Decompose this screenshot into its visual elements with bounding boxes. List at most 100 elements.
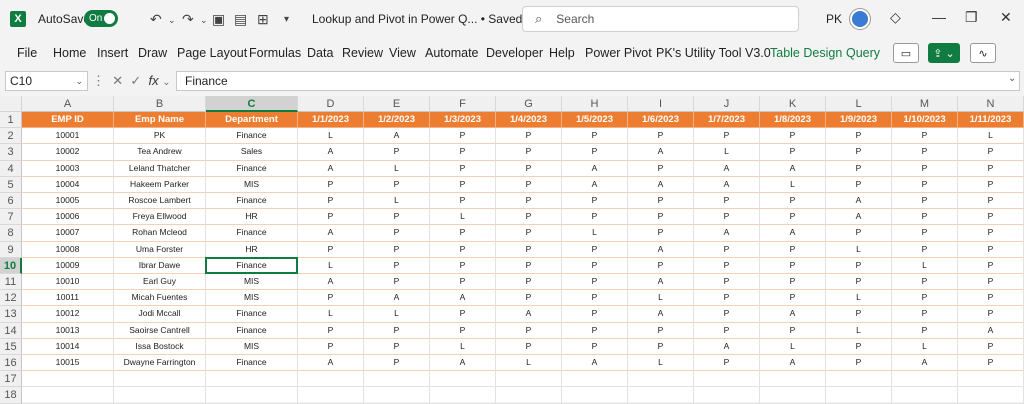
cell-a16[interactable]: 10015 (22, 355, 114, 372)
table-header-cell[interactable]: 1/11/2023 (958, 112, 1024, 129)
row-header-12[interactable]: 12 (0, 290, 22, 307)
cell-b3[interactable]: Tea Andrew (114, 144, 206, 161)
cell-g17[interactable] (496, 371, 562, 388)
cell-g15[interactable]: P (496, 338, 562, 355)
cell-c11[interactable]: MIS (206, 274, 298, 291)
cell-j6[interactable]: P (694, 193, 760, 210)
cell-b11[interactable]: Earl Guy (114, 274, 206, 291)
cell-l13[interactable]: P (826, 306, 892, 323)
cell-h4[interactable]: A (562, 160, 628, 177)
cell-l7[interactable]: A (826, 209, 892, 226)
cell-n16[interactable]: P (958, 355, 1024, 372)
cell-i10[interactable]: P (628, 257, 694, 274)
minimize-icon[interactable]: — (932, 9, 946, 25)
cell-l18[interactable] (826, 387, 892, 404)
table-header-cell[interactable]: 1/6/2023 (628, 112, 694, 129)
row-header-15[interactable]: 15 (0, 338, 22, 355)
cell-n5[interactable]: P (958, 176, 1024, 193)
cell-j3[interactable]: L (694, 144, 760, 161)
cell-m11[interactable]: P (892, 274, 958, 291)
cell-j14[interactable]: P (694, 322, 760, 339)
table-header-cell[interactable]: 1/2/2023 (364, 112, 430, 129)
menu-help[interactable]: Help (549, 46, 575, 60)
cell-f11[interactable]: P (430, 274, 496, 291)
row-header-4[interactable]: 4 (0, 160, 22, 177)
menu-draw[interactable]: Draw (138, 46, 167, 60)
name-box[interactable]: C10 ⌄ (5, 71, 88, 91)
cell-n10[interactable]: P (958, 257, 1024, 274)
cell-n4[interactable]: P (958, 160, 1024, 177)
cell-d3[interactable]: A (298, 144, 364, 161)
cell-k8[interactable]: A (760, 225, 826, 242)
cell-n18[interactable] (958, 387, 1024, 404)
cell-g18[interactable] (496, 387, 562, 404)
cell-h11[interactable]: P (562, 274, 628, 291)
cell-i18[interactable] (628, 387, 694, 404)
cell-a5[interactable]: 10004 (22, 176, 114, 193)
cell-c4[interactable]: Finance (206, 160, 298, 177)
cell-m2[interactable]: P (892, 128, 958, 145)
cell-i3[interactable]: A (628, 144, 694, 161)
cell-e12[interactable]: A (364, 290, 430, 307)
cell-i14[interactable]: P (628, 322, 694, 339)
table-header-cell[interactable]: Department (206, 112, 298, 129)
cell-k4[interactable]: A (760, 160, 826, 177)
menu-file[interactable]: File (17, 46, 37, 60)
menu-pk-utility-tool[interactable]: PK's Utility Tool V3.0 (656, 46, 771, 60)
cell-j15[interactable]: A (694, 338, 760, 355)
row-header-13[interactable]: 13 (0, 306, 22, 323)
cell-h3[interactable]: P (562, 144, 628, 161)
comments-button[interactable]: ▭ (893, 43, 919, 63)
redo-dropdown-icon[interactable]: ⌄ (200, 15, 208, 26)
column-header-b[interactable]: B (114, 96, 206, 112)
cell-j13[interactable]: P (694, 306, 760, 323)
cell-l9[interactable]: L (826, 241, 892, 258)
insert-function-icon[interactable]: fx (149, 73, 159, 88)
column-header-f[interactable]: F (430, 96, 496, 112)
cell-h17[interactable] (562, 371, 628, 388)
cell-a17[interactable] (22, 371, 114, 388)
cell-f9[interactable]: P (430, 241, 496, 258)
image-icon[interactable]: ▤ (234, 11, 247, 28)
cell-f6[interactable]: P (430, 193, 496, 210)
cell-b16[interactable]: Dwayne Farrington (114, 355, 206, 372)
cell-i13[interactable]: A (628, 306, 694, 323)
cell-k6[interactable]: P (760, 193, 826, 210)
diamond-icon[interactable]: ◇ (890, 9, 901, 26)
cell-k10[interactable]: P (760, 257, 826, 274)
cell-l12[interactable]: L (826, 290, 892, 307)
cell-g2[interactable]: P (496, 128, 562, 145)
cell-f7[interactable]: L (430, 209, 496, 226)
close-icon[interactable]: ✕ (1000, 9, 1012, 26)
cell-l3[interactable]: P (826, 144, 892, 161)
row-header-14[interactable]: 14 (0, 322, 22, 339)
cell-f15[interactable]: L (430, 338, 496, 355)
cell-a4[interactable]: 10003 (22, 160, 114, 177)
cell-i11[interactable]: A (628, 274, 694, 291)
cell-k18[interactable] (760, 387, 826, 404)
cell-h5[interactable]: A (562, 176, 628, 193)
cell-e13[interactable]: L (364, 306, 430, 323)
cell-f17[interactable] (430, 371, 496, 388)
cell-e7[interactable]: P (364, 209, 430, 226)
cell-j10[interactable]: P (694, 257, 760, 274)
cell-b2[interactable]: PK (114, 128, 206, 145)
table-header-cell[interactable]: 1/10/2023 (892, 112, 958, 129)
cell-e18[interactable] (364, 387, 430, 404)
cell-b7[interactable]: Freya Ellwood (114, 209, 206, 226)
cell-d6[interactable]: P (298, 193, 364, 210)
cell-h9[interactable]: P (562, 241, 628, 258)
cell-d13[interactable]: L (298, 306, 364, 323)
cell-i16[interactable]: L (628, 355, 694, 372)
spreadsheet-grid[interactable]: A B C D E F G H I J K L M N 1 EMP ID Emp Name Department 1… (0, 96, 1024, 404)
more-icon[interactable]: ⋮ (92, 73, 105, 88)
cell-g9[interactable]: P (496, 241, 562, 258)
row-header-1[interactable]: 1 (0, 112, 22, 129)
cell-l10[interactable]: P (826, 257, 892, 274)
cell-c13[interactable]: Finance (206, 306, 298, 323)
menu-developer[interactable]: Developer (486, 46, 543, 60)
cell-e14[interactable]: P (364, 322, 430, 339)
cell-f14[interactable]: P (430, 322, 496, 339)
column-header-g[interactable]: G (496, 96, 562, 112)
cell-j7[interactable]: P (694, 209, 760, 226)
